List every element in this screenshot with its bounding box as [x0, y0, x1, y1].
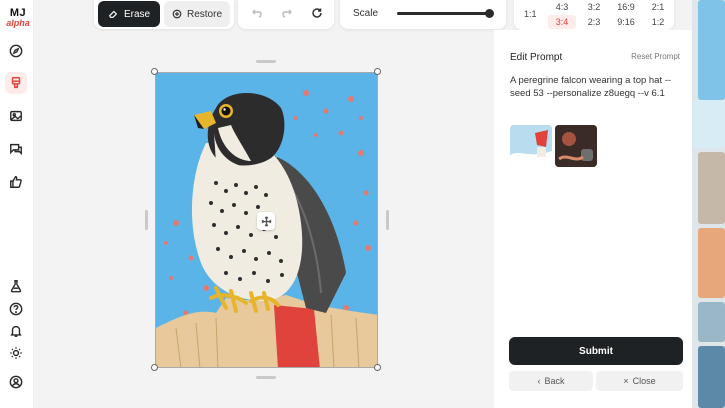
sun-icon[interactable]	[5, 342, 27, 364]
aspect-option[interactable]: 16:9	[612, 0, 640, 14]
app-logo[interactable]: MJ alpha	[4, 7, 32, 29]
aspect-ratio-grid: 1:1 4:3 3:2 16:9 2:1 3:4 2:3 9:16 1:2	[514, 0, 674, 30]
edge-handle-right[interactable]	[386, 210, 389, 230]
close-label: Close	[632, 376, 656, 386]
resize-handle-bottom-left[interactable]	[151, 364, 158, 371]
aspect-option[interactable]: 3:2	[580, 0, 608, 14]
gallery-image-selected[interactable]	[692, 100, 725, 148]
scale-slider-thumb[interactable]	[485, 9, 494, 18]
erase-button[interactable]: Erase	[98, 1, 160, 27]
edge-handle-left[interactable]	[145, 210, 148, 230]
gallery-strip	[692, 0, 725, 408]
scale-slider[interactable]	[397, 12, 491, 15]
reset-prompt-link[interactable]: Reset Prompt	[631, 52, 680, 61]
aspect-option[interactable]: 9:16	[612, 15, 640, 29]
redo-icon[interactable]	[280, 6, 294, 20]
panel-title: Edit Prompt	[510, 52, 563, 63]
aspect-option-selected[interactable]: 3:4	[548, 15, 576, 29]
compass-icon[interactable]	[5, 40, 27, 62]
restore-label: Restore	[186, 8, 222, 20]
left-sidebar: MJ alpha	[0, 0, 34, 408]
chat-icon[interactable]	[5, 138, 27, 160]
scale-label: Scale	[353, 8, 379, 19]
erase-label: Erase	[123, 8, 151, 20]
bell-icon[interactable]	[5, 320, 27, 342]
gallery-image[interactable]	[698, 152, 725, 224]
back-label: Back	[544, 376, 565, 386]
aspect-main[interactable]: 1:1	[524, 9, 537, 19]
move-handle[interactable]	[257, 212, 275, 230]
edge-handle-bottom[interactable]	[256, 376, 276, 379]
thumbnail-art-2	[555, 125, 597, 167]
aspect-option[interactable]: 2:1	[644, 0, 672, 14]
prompt-input[interactable]: A peregrine falcon wearing a top hat --s…	[510, 74, 688, 100]
resize-handle-top-right[interactable]	[374, 68, 381, 75]
submit-label: Submit	[579, 345, 613, 357]
move-icon	[260, 215, 272, 227]
back-button[interactable]: ‹ Back	[509, 371, 593, 391]
gallery-image[interactable]	[698, 228, 725, 298]
logo-sub: alpha	[6, 18, 30, 28]
close-button[interactable]: × Close	[596, 371, 683, 391]
reference-thumbnail[interactable]	[555, 125, 597, 167]
undo-icon[interactable]	[250, 6, 264, 20]
thumbnail-art-1	[510, 125, 552, 167]
submit-button[interactable]: Submit	[509, 337, 683, 365]
thumbs-up-icon[interactable]	[5, 171, 27, 193]
aspect-option[interactable]: 1:2	[644, 15, 672, 29]
edit-prompt-panel: Edit Prompt Reset Prompt A peregrine fal…	[494, 30, 692, 408]
restore-button[interactable]: Restore	[164, 1, 230, 27]
gallery-image[interactable]	[698, 302, 725, 342]
profile-icon[interactable]	[5, 371, 27, 393]
image-icon[interactable]	[5, 105, 27, 127]
flask-icon[interactable]	[5, 275, 27, 297]
logo-main: MJ	[9, 7, 27, 19]
gallery-image[interactable]	[698, 346, 725, 408]
close-icon: ×	[623, 376, 629, 386]
brush-icon[interactable]	[5, 72, 27, 94]
help-icon[interactable]	[5, 298, 27, 320]
resize-handle-bottom-right[interactable]	[374, 364, 381, 371]
resize-handle-top-left[interactable]	[151, 68, 158, 75]
aspect-option[interactable]: 4:3	[548, 0, 576, 14]
restore-icon	[172, 9, 182, 19]
refresh-icon[interactable]	[310, 6, 324, 20]
gallery-image[interactable]	[698, 0, 725, 100]
eraser-icon	[108, 10, 118, 18]
chevron-left-icon: ‹	[537, 376, 541, 386]
edge-handle-top[interactable]	[256, 60, 276, 63]
aspect-option[interactable]: 2:3	[580, 15, 608, 29]
reference-thumbnail[interactable]	[510, 125, 552, 167]
